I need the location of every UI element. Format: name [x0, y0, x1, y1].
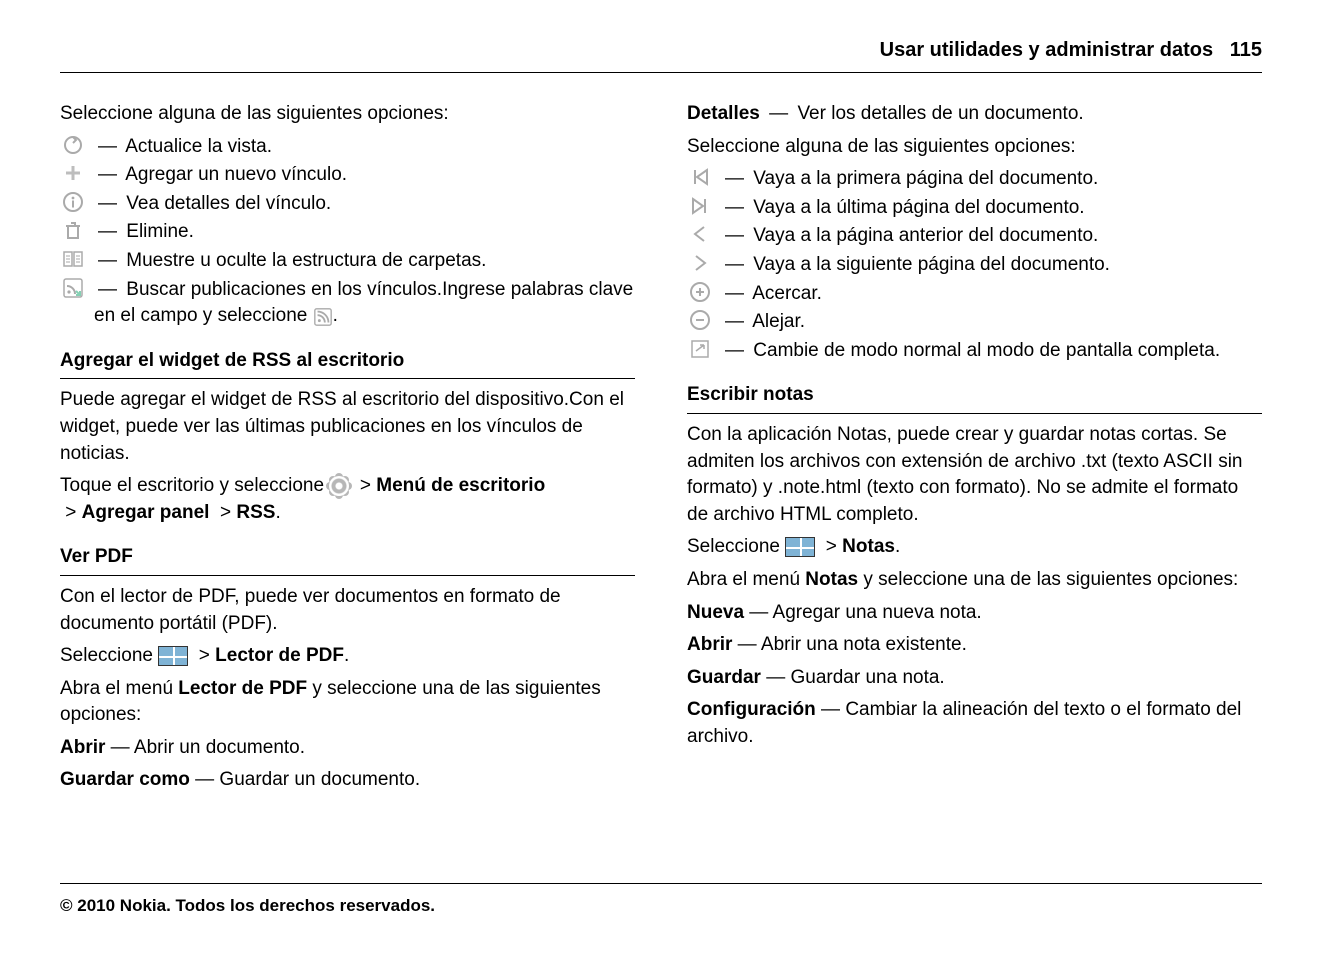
- option-row: — Acercar.: [687, 281, 1262, 308]
- definition-desc: — Abrir una nota existente.: [732, 634, 966, 655]
- notes-menu-intro: Abra el menú Notas y seleccione una de l…: [687, 567, 1262, 594]
- menu-escritorio: Menú de escritorio: [376, 475, 545, 496]
- definition-row: Abrir — Abrir una nota existente.: [687, 632, 1262, 659]
- option-row: — Vaya a la siguiente página del documen…: [687, 252, 1262, 279]
- definition-row: Guardar — Guardar una nota.: [687, 665, 1262, 692]
- option-text: Vea detalles del vínculo.: [126, 193, 331, 214]
- prev-page-icon: [687, 223, 713, 245]
- definition-term: Abrir: [687, 634, 732, 655]
- rss-search-icon: [60, 277, 86, 299]
- definition-desc: — Abrir un documento.: [105, 737, 305, 758]
- definition-term: Abrir: [60, 737, 105, 758]
- detalles-desc: Ver los detalles de un documento.: [797, 103, 1083, 124]
- zoom-out-icon: [687, 309, 713, 331]
- option-text: Buscar publicaciones en los vínculos.Ing…: [94, 279, 633, 327]
- option-row: — Cambie de modo normal al modo de panta…: [687, 338, 1262, 365]
- option-text: Actualice la vista.: [125, 136, 272, 157]
- lector-pdf: Lector de PDF: [215, 645, 344, 666]
- notes-body: Con la aplicación Notas, puede crear y g…: [687, 422, 1262, 528]
- manual-page: Usar utilidades y administrar datos 115 …: [0, 0, 1322, 954]
- pdf-select: Seleccione > Lector de PDF.: [60, 643, 635, 670]
- option-row: — Vaya a la última página del documento.: [687, 195, 1262, 222]
- definition-term: Configuración: [687, 699, 816, 720]
- left-column: Seleccione alguna de las siguientes opci…: [60, 95, 635, 800]
- running-header: Usar utilidades y administrar datos 115: [60, 36, 1262, 73]
- definition-desc: — Agregar una nueva nota.: [744, 602, 982, 623]
- term-detalles: Detalles: [687, 103, 760, 124]
- gear-icon: [329, 476, 349, 496]
- option-row: — Buscar publicaciones en los vínculos.I…: [60, 277, 635, 330]
- option-row: — Agregar un nuevo vínculo.: [60, 162, 635, 189]
- notas-target: Notas: [842, 536, 895, 557]
- option-row: — Vaya a la primera página del documento…: [687, 166, 1262, 193]
- definition-row: Configuración — Cambiar la alineación de…: [687, 697, 1262, 750]
- content-columns: Seleccione alguna de las siguientes opci…: [60, 95, 1262, 800]
- definition-term: Nueva: [687, 602, 744, 623]
- option-row: — Elimine.: [60, 219, 635, 246]
- rss-body: Puede agregar el widget de RSS al escrit…: [60, 387, 635, 467]
- option-row: — Vaya a la página anterior del document…: [687, 223, 1262, 250]
- next-page-icon: [687, 252, 713, 274]
- zoom-in-icon: [687, 281, 713, 303]
- section-ver-pdf: Ver PDF: [60, 544, 635, 576]
- info-icon: [60, 191, 86, 213]
- option-text: Alejar.: [752, 311, 805, 332]
- copyright-footer: © 2010 Nokia. Todos los derechos reserva…: [60, 883, 1262, 918]
- app-menu-icon: [158, 646, 188, 666]
- definition-row: Abrir — Abrir un documento.: [60, 735, 635, 762]
- plus-icon: [60, 162, 86, 184]
- fullscreen-icon: [687, 338, 713, 360]
- definition-row: Nueva — Agregar una nueva nota.: [687, 600, 1262, 627]
- section-rss-widget: Agregar el widget de RSS al escritorio: [60, 348, 635, 380]
- option-row: — Muestre u oculte la estructura de carp…: [60, 248, 635, 275]
- refresh-icon: [60, 134, 86, 156]
- option-text: Muestre u oculte la estructura de carpet…: [126, 250, 486, 271]
- option-text: Elimine.: [126, 221, 194, 242]
- option-text: Vaya a la página anterior del documento.: [753, 225, 1098, 246]
- option-text: Vaya a la primera página del documento.: [753, 168, 1098, 189]
- notes-select: Seleccione > Notas.: [687, 534, 1262, 561]
- app-menu-icon: [785, 537, 815, 557]
- definition-row: Guardar como — Guardar un documento.: [60, 767, 635, 794]
- option-row: — Vea detalles del vínculo.: [60, 191, 635, 218]
- definition-term: Guardar como: [60, 769, 190, 790]
- option-text: Acercar.: [752, 283, 822, 304]
- rss-icon: [313, 307, 333, 325]
- detalles-row: Detalles — Ver los detalles de un docume…: [687, 101, 1262, 128]
- section-escribir-notas: Escribir notas: [687, 382, 1262, 414]
- option-text: Vaya a la última página del documento.: [753, 197, 1084, 218]
- option-row: — Alejar.: [687, 309, 1262, 336]
- left-intro: Seleccione alguna de las siguientes opci…: [60, 101, 635, 128]
- agregar-panel: Agregar panel: [82, 502, 210, 523]
- trash-icon: [60, 219, 86, 241]
- right-intro: Seleccione alguna de las siguientes opci…: [687, 134, 1262, 161]
- right-column: Detalles — Ver los detalles de un docume…: [687, 95, 1262, 800]
- page-number: 115: [1230, 39, 1262, 61]
- pdf-menu-intro: Abra el menú Lector de PDF y seleccione …: [60, 676, 635, 729]
- rss-path: Toque el escritorio y seleccione > Menú …: [60, 473, 635, 526]
- folders-icon: [60, 248, 86, 270]
- header-title: Usar utilidades y administrar datos: [880, 39, 1213, 61]
- option-row: — Actualice la vista.: [60, 134, 635, 161]
- rss-target: RSS: [236, 502, 275, 523]
- first-page-icon: [687, 166, 713, 188]
- definition-desc: — Guardar una nota.: [761, 667, 945, 688]
- option-text: Vaya a la siguiente página del documento…: [753, 254, 1110, 275]
- option-text: Agregar un nuevo vínculo.: [125, 164, 347, 185]
- option-text: Cambie de modo normal al modo de pantall…: [753, 340, 1220, 361]
- definition-desc: — Guardar un documento.: [190, 769, 420, 790]
- pdf-body: Con el lector de PDF, puede ver document…: [60, 584, 635, 637]
- definition-term: Guardar: [687, 667, 761, 688]
- last-page-icon: [687, 195, 713, 217]
